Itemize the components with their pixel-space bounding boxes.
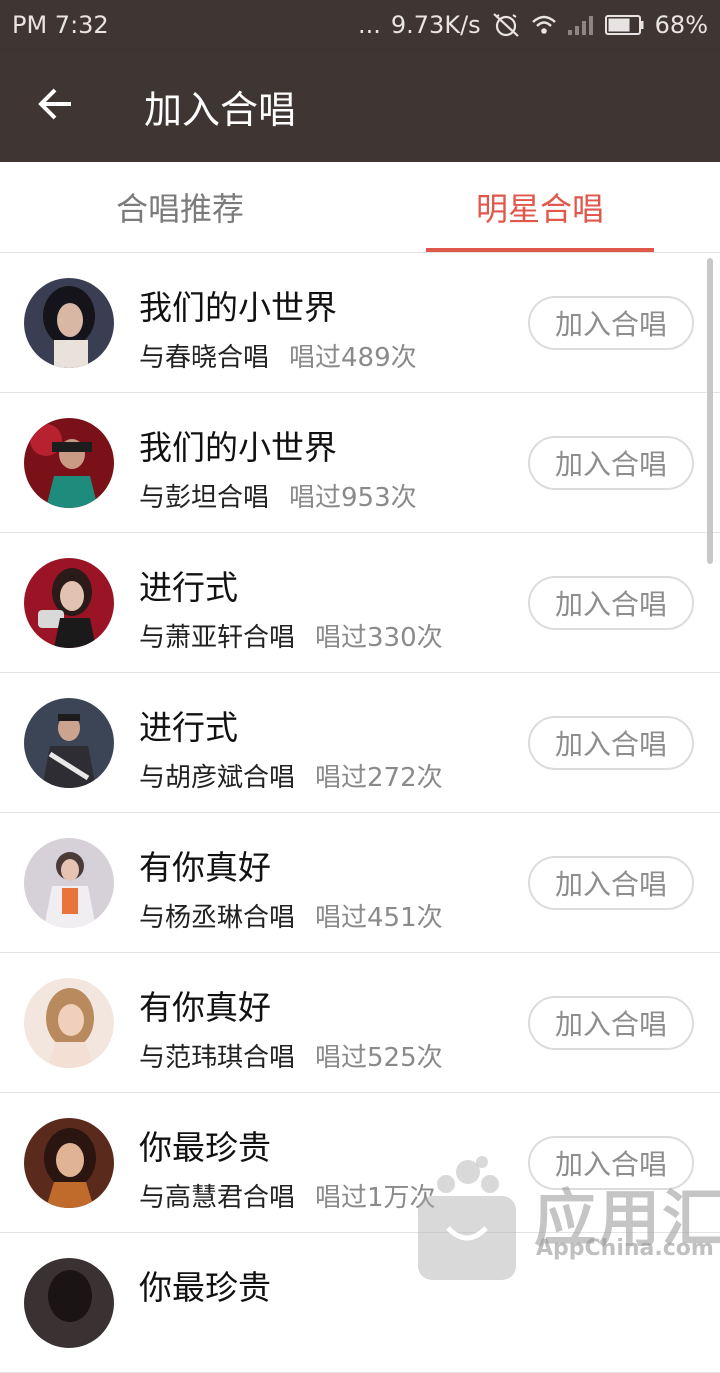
sing-count: 唱过489次 xyxy=(289,343,417,373)
avatar xyxy=(24,978,114,1068)
avatar xyxy=(24,838,114,928)
duet-partner: 与萧亚轩合唱 xyxy=(139,623,296,653)
duet-partner: 与春晓合唱 xyxy=(139,343,270,373)
song-title: 有你真好 xyxy=(139,988,271,1027)
sing-count: 唱过451次 xyxy=(315,903,443,933)
song-title: 进行式 xyxy=(139,708,238,747)
song-title: 进行式 xyxy=(139,568,238,607)
status-more-dots: ... xyxy=(358,11,381,39)
duet-partner: 与高慧君合唱 xyxy=(139,1183,296,1213)
status-time: PM 7:32 xyxy=(12,11,109,39)
tab-recommended[interactable]: 合唱推荐 xyxy=(0,162,360,252)
song-title: 我们的小世界 xyxy=(139,428,337,467)
join-duet-button[interactable]: 加入合唱 xyxy=(528,856,694,910)
avatar xyxy=(24,698,114,788)
duet-partner: 与胡彦斌合唱 xyxy=(139,763,296,793)
sing-count: 唱过953次 xyxy=(289,483,417,513)
row-subtitle: 与春晓合唱 唱过489次 xyxy=(139,337,417,374)
song-title: 你最珍贵 xyxy=(139,1268,271,1307)
app-bar: 加入合唱 xyxy=(0,50,720,162)
network-speed: 9.73K/s xyxy=(390,11,481,39)
duet-partner: 与范玮琪合唱 xyxy=(139,1043,296,1073)
list-item[interactable]: 进行式 与胡彦斌合唱 唱过272次 加入合唱 xyxy=(0,673,720,813)
row-subtitle: 与萧亚轩合唱 唱过330次 xyxy=(139,617,443,654)
row-subtitle: 与范玮琪合唱 唱过525次 xyxy=(139,1037,443,1074)
list-item[interactable]: 我们的小世界 与彭坦合唱 唱过953次 加入合唱 xyxy=(0,393,720,533)
back-button[interactable] xyxy=(0,50,112,162)
page-title: 加入合唱 xyxy=(144,87,297,132)
duet-partner: 与杨丞琳合唱 xyxy=(139,903,296,933)
row-subtitle: 与杨丞琳合唱 唱过451次 xyxy=(139,897,443,934)
join-duet-button[interactable]: 加入合唱 xyxy=(528,576,694,630)
join-duet-button[interactable]: 加入合唱 xyxy=(528,296,694,350)
row-subtitle: 与高慧君合唱 唱过1万次 xyxy=(139,1177,436,1214)
song-title: 有你真好 xyxy=(139,848,271,887)
song-title: 我们的小世界 xyxy=(139,288,337,327)
join-duet-button[interactable]: 加入合唱 xyxy=(528,436,694,490)
row-subtitle: 与彭坦合唱 唱过953次 xyxy=(139,477,417,514)
join-duet-button[interactable]: 加入合唱 xyxy=(528,996,694,1050)
list-item[interactable]: 进行式 与萧亚轩合唱 唱过330次 加入合唱 xyxy=(0,533,720,673)
alarm-off-icon xyxy=(491,12,521,38)
signal-icon xyxy=(567,14,595,36)
list-item[interactable]: 有你真好 与杨丞琳合唱 唱过451次 加入合唱 xyxy=(0,813,720,953)
battery-icon xyxy=(604,14,645,36)
duet-partner: 与彭坦合唱 xyxy=(139,483,270,513)
join-duet-button[interactable]: 加入合唱 xyxy=(528,716,694,770)
avatar xyxy=(24,278,114,368)
battery-level: 68% xyxy=(654,11,708,39)
avatar xyxy=(24,1258,114,1348)
list-item[interactable]: 我们的小世界 与春晓合唱 唱过489次 加入合唱 xyxy=(0,253,720,393)
wifi-icon xyxy=(531,14,557,36)
watermark-site: AppChina.com xyxy=(536,1236,714,1261)
arrow-left-icon xyxy=(37,85,75,127)
scrollbar[interactable] xyxy=(707,258,713,564)
song-title: 你最珍贵 xyxy=(139,1128,271,1167)
status-bar: PM 7:32 ... 9.73K/s 68% xyxy=(0,0,720,50)
tab-star-duets[interactable]: 明星合唱 xyxy=(360,162,720,252)
row-subtitle: 与胡彦斌合唱 唱过272次 xyxy=(139,757,443,794)
sing-count: 唱过272次 xyxy=(315,763,443,793)
sing-count: 唱过330次 xyxy=(315,623,443,653)
avatar xyxy=(24,558,114,648)
avatar xyxy=(24,418,114,508)
avatar xyxy=(24,1118,114,1208)
status-icons: ... 9.73K/s 68% xyxy=(358,11,708,39)
list-item[interactable]: 有你真好 与范玮琪合唱 唱过525次 加入合唱 xyxy=(0,953,720,1093)
tab-bar: 合唱推荐 明星合唱 xyxy=(0,162,720,253)
sing-count: 唱过525次 xyxy=(315,1043,443,1073)
